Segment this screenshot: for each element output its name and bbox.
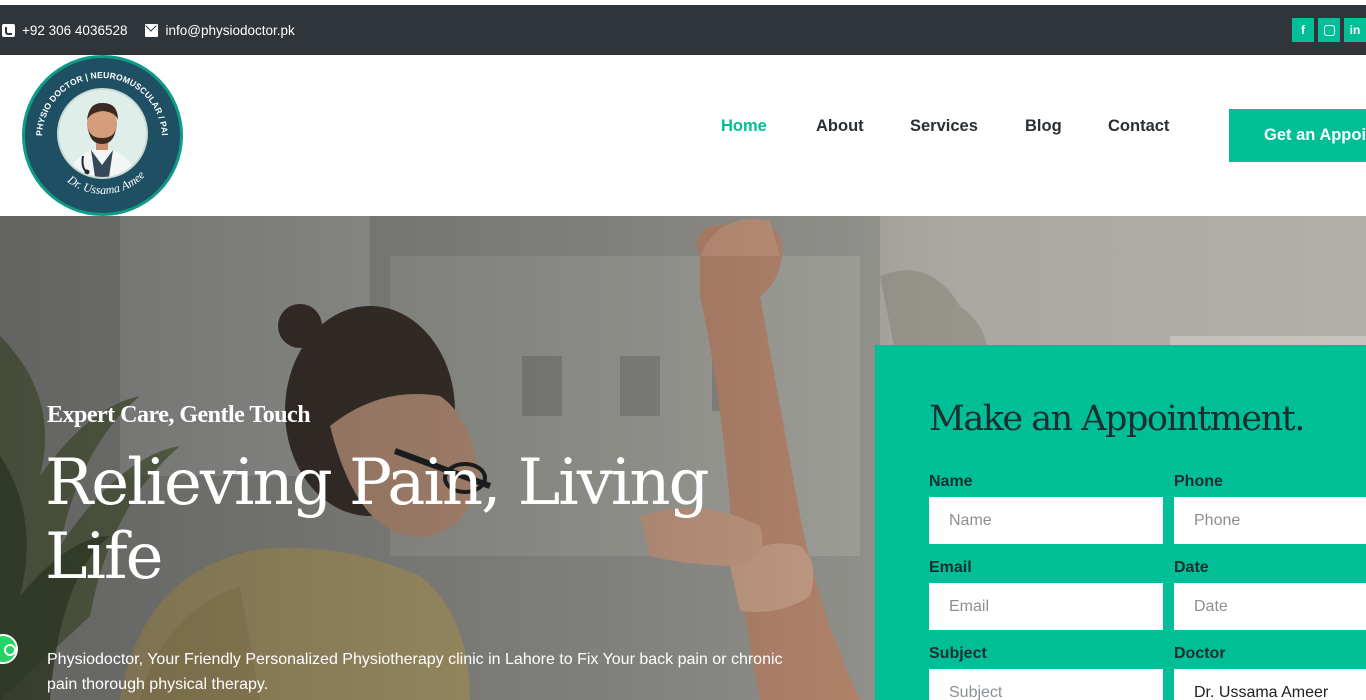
subject-field[interactable]: Subject	[929, 669, 1163, 700]
email-label: Email	[929, 559, 972, 576]
hero-tagline: Expert Care, Gentle Touch	[47, 402, 311, 428]
site-logo[interactable]: PHYSIO DOCTOR | NEUROMUSCULAR / PAIN SPE…	[22, 55, 183, 216]
phone-field[interactable]: Phone	[1174, 497, 1366, 544]
phone-contact[interactable]: +92 306 4036528	[2, 23, 127, 38]
email-field[interactable]: Email	[929, 583, 1163, 630]
linkedin-icon[interactable]: in	[1344, 18, 1366, 42]
name-label: Name	[929, 473, 973, 490]
hero-description: Physiodoctor, Your Friendly Personalized…	[47, 651, 783, 693]
top-bar: +92 306 4036528 info@physiodoctor.pk f i…	[0, 0, 1366, 55]
get-appointment-button[interactable]: Get an Appointment	[1229, 109, 1366, 162]
doctor-portrait	[57, 88, 148, 179]
nav-services[interactable]: Services	[910, 117, 1025, 136]
date-field[interactable]: Date	[1174, 583, 1366, 630]
nav-blog[interactable]: Blog	[1025, 117, 1108, 136]
date-label: Date	[1174, 559, 1209, 576]
envelope-icon	[145, 24, 159, 37]
name-field[interactable]: Name	[929, 497, 1163, 544]
nav-home[interactable]: Home	[721, 117, 816, 136]
hero-section: Expert Care, Gentle Touch Relieving Pain…	[0, 216, 1366, 700]
doctor-select[interactable]: Dr. Ussama Ameer	[1174, 669, 1366, 700]
doctor-label: Doctor	[1174, 645, 1226, 662]
email-contact[interactable]: info@physiodoctor.pk	[145, 23, 295, 38]
site-header: PHYSIO DOCTOR | NEUROMUSCULAR / PAIN SPE…	[0, 55, 1366, 216]
subject-label: Subject	[929, 645, 987, 662]
appointment-title: Make an Appointment.	[929, 399, 1305, 439]
social-links: f in	[1292, 18, 1366, 42]
email-address[interactable]: info@physiodoctor.pk	[165, 23, 294, 38]
contact-info: +92 306 4036528 info@physiodoctor.pk	[2, 5, 305, 55]
hero-title: Relieving Pain, Living Life	[45, 446, 710, 594]
phone-label: Phone	[1174, 473, 1223, 490]
logo-badge: PHYSIO DOCTOR | NEUROMUSCULAR / PAIN SPE…	[25, 58, 180, 213]
facebook-icon[interactable]: f	[1292, 18, 1314, 42]
main-nav: Home About Services Blog Contact	[721, 117, 1178, 136]
appointment-form: Make an Appointment. Name Name Phone Pho…	[875, 345, 1366, 700]
doctor-avatar-icon	[59, 90, 146, 177]
instagram-icon[interactable]	[1318, 18, 1340, 42]
nav-about[interactable]: About	[816, 117, 910, 136]
phone-icon	[2, 23, 15, 37]
nav-contact[interactable]: Contact	[1108, 117, 1178, 136]
phone-number[interactable]: +92 306 4036528	[22, 23, 127, 38]
